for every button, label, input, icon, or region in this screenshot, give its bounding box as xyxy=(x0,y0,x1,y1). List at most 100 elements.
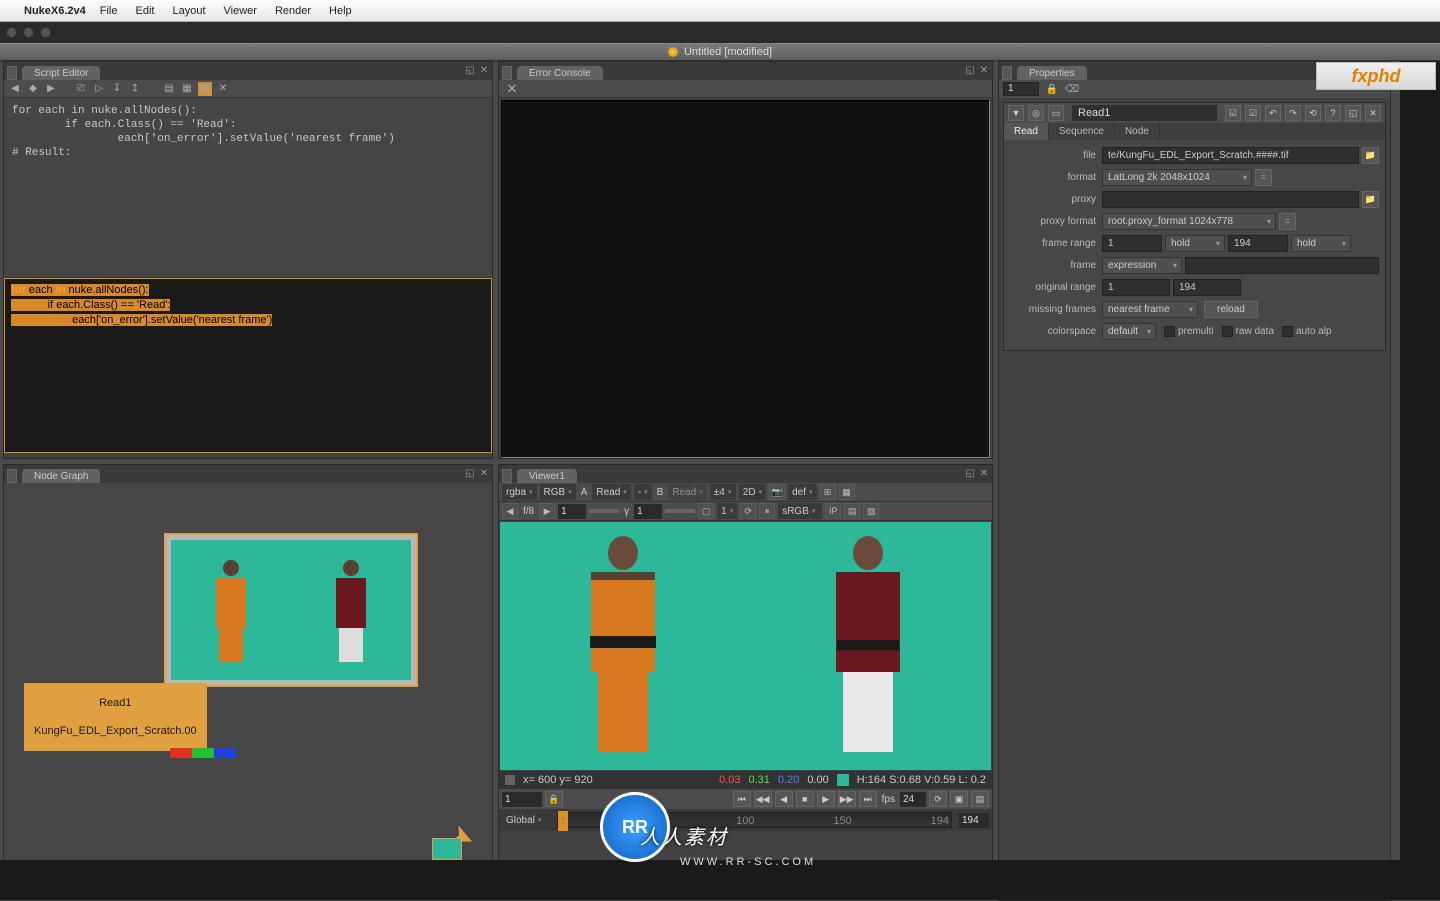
zoom-select[interactable]: ±4 xyxy=(710,484,736,500)
premult-checkbox[interactable] xyxy=(1164,326,1175,337)
downrez-select[interactable]: 1 xyxy=(717,503,737,519)
panel-float-icon[interactable]: ◱ xyxy=(464,64,476,76)
menu-layout[interactable]: Layout xyxy=(172,5,205,17)
tab-properties[interactable]: Properties xyxy=(1017,66,1087,80)
orig-last[interactable]: 194 xyxy=(1173,279,1241,296)
range-first-input[interactable]: 1 xyxy=(1102,235,1162,252)
frame-mode-select[interactable]: expression xyxy=(1102,257,1182,274)
pause-icon[interactable]: ⏸ xyxy=(759,503,775,519)
proxy-browse-icon[interactable]: 📁 xyxy=(1362,191,1379,208)
frame-expr-input[interactable] xyxy=(1185,257,1379,274)
max-panels-input[interactable]: 1 xyxy=(1003,82,1039,96)
script-output[interactable]: for each in nuke.allNodes(): if each.Cla… xyxy=(4,98,492,278)
tab-sequence[interactable]: Sequence xyxy=(1049,123,1115,140)
last-frame-icon[interactable]: ⏭ xyxy=(859,791,877,807)
tab-script-editor[interactable]: Script Editor xyxy=(22,66,100,80)
fstop-label[interactable]: f/8 xyxy=(521,506,536,517)
fps-input[interactable]: 24 xyxy=(900,792,926,807)
sync-icon[interactable]: ⟳ xyxy=(929,791,947,807)
run-icon[interactable]: ▷ xyxy=(92,82,106,96)
maximize-icon[interactable]: ◱ xyxy=(1345,105,1361,121)
save-icon[interactable]: ↥ xyxy=(128,82,142,96)
stop-icon[interactable]: ■ xyxy=(796,791,814,807)
layout1-icon[interactable]: ▤ xyxy=(162,82,176,96)
center-node-icon[interactable]: ◎ xyxy=(1028,105,1044,121)
panel-handle[interactable] xyxy=(502,469,512,483)
menu-viewer[interactable]: Viewer xyxy=(224,5,257,17)
viewer-lut-select[interactable]: sRGB xyxy=(778,503,822,519)
range-end-input[interactable]: 194 xyxy=(959,813,989,828)
gain-input[interactable]: 1 xyxy=(558,504,586,519)
proxy-input[interactable] xyxy=(1102,191,1359,208)
ip-icon[interactable]: IP xyxy=(825,503,841,519)
clip-icon[interactable]: ⊞ xyxy=(820,484,836,500)
layer-select[interactable]: rgba xyxy=(502,484,537,500)
record-icon[interactable]: ▣ xyxy=(950,791,968,807)
prev-script-icon[interactable]: ◀ xyxy=(8,82,22,96)
load-icon[interactable]: ↧ xyxy=(110,82,124,96)
step-fwd-icon[interactable]: ▶▶ xyxy=(838,791,856,807)
menu-file[interactable]: File xyxy=(100,5,118,17)
zebra-icon[interactable]: ▨ xyxy=(863,503,879,519)
help-icon[interactable]: ? xyxy=(1325,105,1341,121)
panel-close-icon[interactable]: ✕ xyxy=(978,467,990,479)
pixel-sample-icon[interactable] xyxy=(505,775,515,785)
dimension-select[interactable]: 2D xyxy=(739,484,766,500)
read-node[interactable] xyxy=(164,533,418,687)
collapse-icon[interactable]: ▼ xyxy=(1008,105,1024,121)
viewer-image[interactable] xyxy=(500,522,991,770)
panel-float-icon[interactable]: ◱ xyxy=(464,467,476,479)
tab-viewer1[interactable]: Viewer1 xyxy=(517,469,577,483)
menu-render[interactable]: Render xyxy=(275,5,311,17)
tab-node[interactable]: Node xyxy=(1115,123,1160,140)
first-frame-icon[interactable]: ⏮ xyxy=(733,791,751,807)
traffic-min[interactable] xyxy=(23,27,34,38)
camera-icon[interactable]: 📷 xyxy=(769,484,785,500)
gamma-slider[interactable] xyxy=(665,509,695,513)
panel-close-icon[interactable]: ✕ xyxy=(978,64,990,76)
panel-handle[interactable] xyxy=(1002,66,1012,80)
layout2-icon[interactable]: ▦ xyxy=(180,82,194,96)
file-input[interactable]: te/KungFu_EDL_Export_Scratch.####.tif xyxy=(1102,147,1359,164)
clear-all-icon[interactable]: ⌫ xyxy=(1065,82,1079,96)
traffic-close[interactable] xyxy=(6,27,17,38)
close-node-icon[interactable]: ✕ xyxy=(1365,105,1381,121)
format-eq-button[interactable]: = xyxy=(1255,169,1272,186)
format-select[interactable]: LatLong 2k 2048x1024 xyxy=(1102,169,1252,186)
wipe-select[interactable]: - xyxy=(634,484,652,500)
raw-checkbox[interactable] xyxy=(1222,326,1233,337)
layout3-icon[interactable]: ▧ xyxy=(198,82,212,96)
tab-error-console[interactable]: Error Console xyxy=(517,66,603,80)
missing-select[interactable]: nearest frame xyxy=(1102,301,1198,318)
gamma-input[interactable]: 1 xyxy=(634,504,662,519)
lock-icon[interactable]: 🔒 xyxy=(1045,82,1059,96)
clear-errors-icon[interactable]: ✕ xyxy=(503,81,521,97)
range-last-input[interactable]: 194 xyxy=(1228,235,1288,252)
range-mode-select[interactable]: Global xyxy=(502,812,550,828)
refresh-icon[interactable]: ⟳ xyxy=(740,503,756,519)
menu-edit[interactable]: Edit xyxy=(136,5,155,17)
script-input[interactable]: for each in nuke.allNodes(): if each.Cla… xyxy=(4,278,492,453)
file-browse-icon[interactable]: 📁 xyxy=(1362,147,1379,164)
roi-icon[interactable]: ▦ xyxy=(839,484,855,500)
revert-icon[interactable]: ⟲ xyxy=(1305,105,1321,121)
orig-first[interactable]: 1 xyxy=(1102,279,1170,296)
panel-handle[interactable] xyxy=(502,66,512,80)
check2-icon[interactable]: ☑ xyxy=(1245,105,1261,121)
current-frame-input[interactable]: 1 xyxy=(502,792,542,807)
range-before-select[interactable]: hold xyxy=(1165,235,1225,252)
clear-output-icon[interactable]: ⎚ xyxy=(74,82,88,96)
clear-icon[interactable]: ✕ xyxy=(216,82,230,96)
panel-float-icon[interactable]: ◱ xyxy=(964,64,976,76)
play-fwd-icon[interactable]: ▶ xyxy=(817,791,835,807)
traffic-zoom[interactable] xyxy=(40,27,51,38)
menu-help[interactable]: Help xyxy=(329,5,352,17)
undo-icon[interactable]: ↶ xyxy=(1265,105,1281,121)
proxy-toggle-icon[interactable]: ▢ xyxy=(698,503,714,519)
tab-node-graph[interactable]: Node Graph xyxy=(22,469,100,483)
tab-read[interactable]: Read xyxy=(1004,123,1049,140)
next-script-icon[interactable]: ◆ xyxy=(26,82,40,96)
pformat-select[interactable]: root.proxy_format 1024x778 xyxy=(1102,213,1276,230)
range-after-select[interactable]: hold xyxy=(1291,235,1351,252)
check1-icon[interactable]: ☑ xyxy=(1225,105,1241,121)
